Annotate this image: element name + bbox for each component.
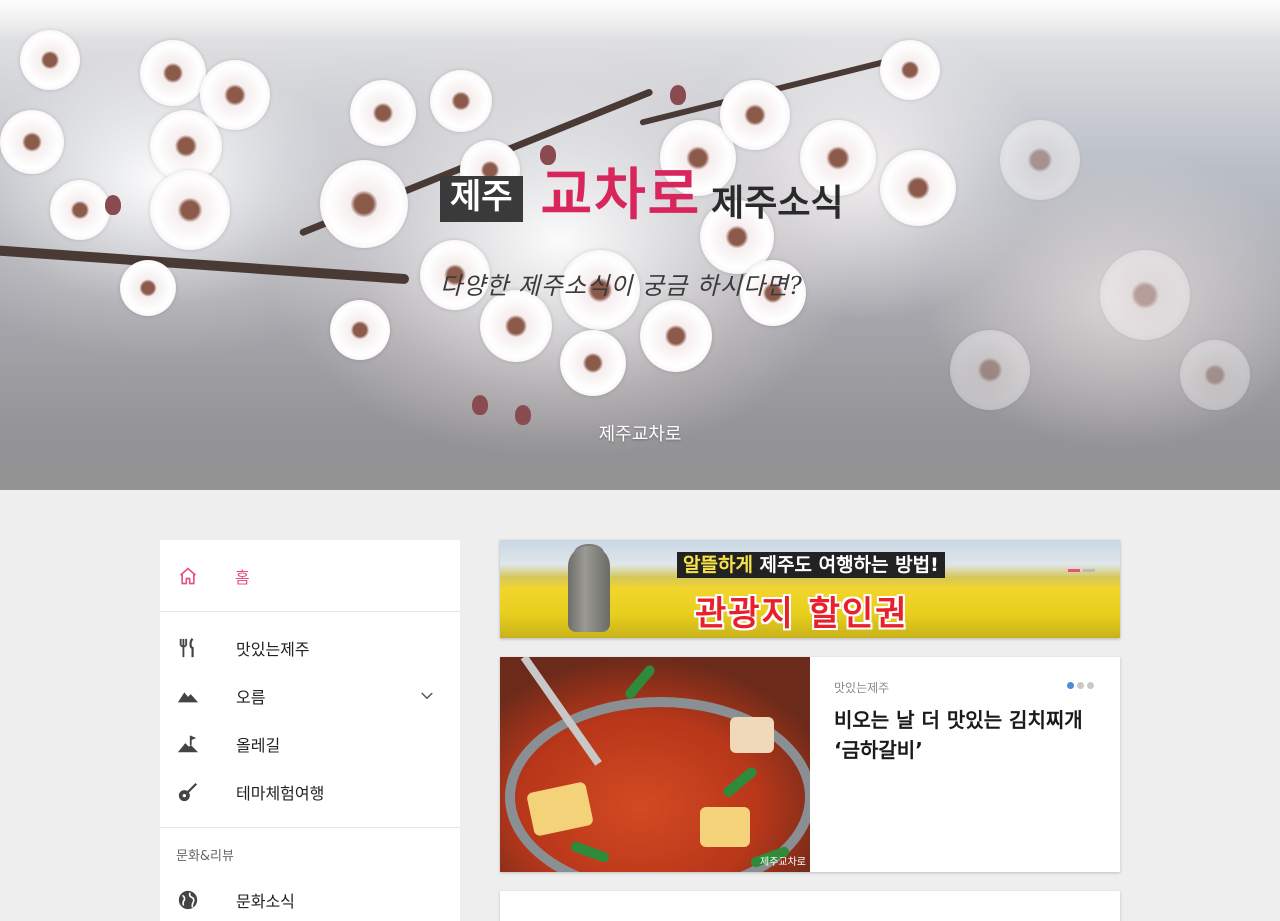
- globe-icon: [177, 889, 199, 911]
- blossom-decoration: [880, 150, 956, 226]
- hero-fade-top: [0, 0, 1280, 40]
- scallion-shape: [623, 663, 657, 701]
- branch-decoration: [0, 245, 410, 285]
- sidebar-item-label: 맛있는제주: [236, 640, 310, 659]
- fork-knife-icon: [177, 637, 199, 659]
- mountain-icon: [177, 685, 199, 707]
- chevron-down-icon[interactable]: [418, 687, 436, 705]
- logo-box-text: 제주: [440, 176, 523, 222]
- blossom-decoration: [430, 70, 492, 132]
- blossom-decoration: [120, 260, 176, 316]
- blossom-decoration: [950, 330, 1030, 410]
- home-icon: [179, 567, 197, 584]
- sidebar-group-main: 맛있는제주 오름 올레길 테마체험여행: [160, 612, 460, 828]
- site-logo[interactable]: 제주 교차로 제주소식: [440, 168, 844, 224]
- stone-statue-image: [568, 546, 610, 632]
- post-thumbnail[interactable]: 제주교차로: [500, 657, 810, 872]
- slide-dot[interactable]: [1077, 682, 1084, 689]
- sidebar-nav: 홈 맛있는제주 오름 올레길 테마체험여행 문화&리뷰 문화소식: [160, 540, 460, 921]
- sidebar-item-oreum[interactable]: 오름: [160, 672, 460, 720]
- post-title[interactable]: 비오는 날 더 맛있는 김치찌개 ‘금하갈비’: [834, 705, 1094, 765]
- banner-headline: 알뜰하게 제주도 여행하는 방법!: [677, 552, 945, 578]
- blossom-decoration: [1000, 120, 1080, 200]
- sidebar-item-theme-travel[interactable]: 테마체험여행: [160, 768, 460, 816]
- slide-dot-active[interactable]: [1067, 682, 1074, 689]
- blossom-decoration: [1180, 340, 1250, 410]
- next-post-card[interactable]: [500, 891, 1120, 921]
- sidebar-item-culture-news[interactable]: 문화소식: [160, 876, 460, 921]
- hero-tagline: 다양한 제주소식이 궁금 하시다면?: [440, 272, 803, 300]
- bud-decoration: [472, 395, 488, 415]
- sidebar-item-label: 홈: [235, 567, 250, 587]
- blossom-decoration: [150, 170, 230, 250]
- blossom-decoration: [1100, 250, 1190, 340]
- bud-decoration: [670, 85, 686, 105]
- flag-hill-icon: [177, 733, 199, 755]
- blossom-decoration: [320, 160, 408, 248]
- banner-slide-indicator: [1068, 569, 1095, 572]
- blossom-decoration: [350, 80, 416, 146]
- tofu-shape: [700, 807, 750, 847]
- thumbnail-watermark: 제주교차로: [760, 857, 806, 868]
- card-slide-indicator: [1067, 682, 1094, 689]
- sidebar-section-heading: 문화&리뷰: [176, 849, 234, 864]
- bud-decoration: [105, 195, 121, 215]
- sidebar-item-label: 오름: [236, 688, 266, 707]
- slide-dot-active[interactable]: [1068, 569, 1080, 572]
- featured-post-card[interactable]: 제주교차로 맛있는제주 비오는 날 더 맛있는 김치찌개 ‘금하갈비’: [500, 657, 1120, 872]
- sidebar-item-food[interactable]: 맛있는제주: [160, 624, 460, 672]
- blossom-decoration: [720, 80, 790, 150]
- blossom-decoration: [50, 180, 110, 240]
- site-name-link[interactable]: 제주교차로: [0, 420, 1280, 446]
- sidebar-item-label: 테마체험여행: [236, 784, 325, 803]
- blossom-decoration: [640, 300, 712, 372]
- blossom-decoration: [560, 330, 626, 396]
- bud-decoration: [540, 145, 556, 165]
- blossom-decoration: [880, 40, 940, 100]
- sidebar-item-olle[interactable]: 올레길: [160, 720, 460, 768]
- tofu-shape: [730, 717, 774, 753]
- banner-main-text: 관광지 할인권: [695, 594, 909, 634]
- slide-dot[interactable]: [1087, 682, 1094, 689]
- sidebar-item-home[interactable]: 홈: [160, 540, 460, 612]
- sidebar-item-label: 올레길: [236, 736, 281, 755]
- promo-banner[interactable]: 알뜰하게 제주도 여행하는 방법! 관광지 할인권: [500, 540, 1120, 638]
- hero-header: 제주 교차로 제주소식 다양한 제주소식이 궁금 하시다면? 제주교차로: [0, 0, 1280, 490]
- blossom-decoration: [140, 40, 206, 106]
- banner-headline-highlight: 알뜰하게: [683, 554, 753, 576]
- blossom-decoration: [0, 110, 64, 174]
- logo-sub-text: 제주소식: [711, 183, 844, 224]
- logo-accent-text: 교차로: [540, 163, 702, 228]
- guitar-icon: [177, 781, 199, 803]
- slide-dot[interactable]: [1083, 569, 1095, 572]
- post-category[interactable]: 맛있는제주: [834, 679, 889, 696]
- blossom-decoration: [330, 300, 390, 360]
- banner-headline-rest: 제주도 여행하는 방법!: [752, 554, 939, 576]
- sidebar-item-label: 문화소식: [236, 892, 295, 911]
